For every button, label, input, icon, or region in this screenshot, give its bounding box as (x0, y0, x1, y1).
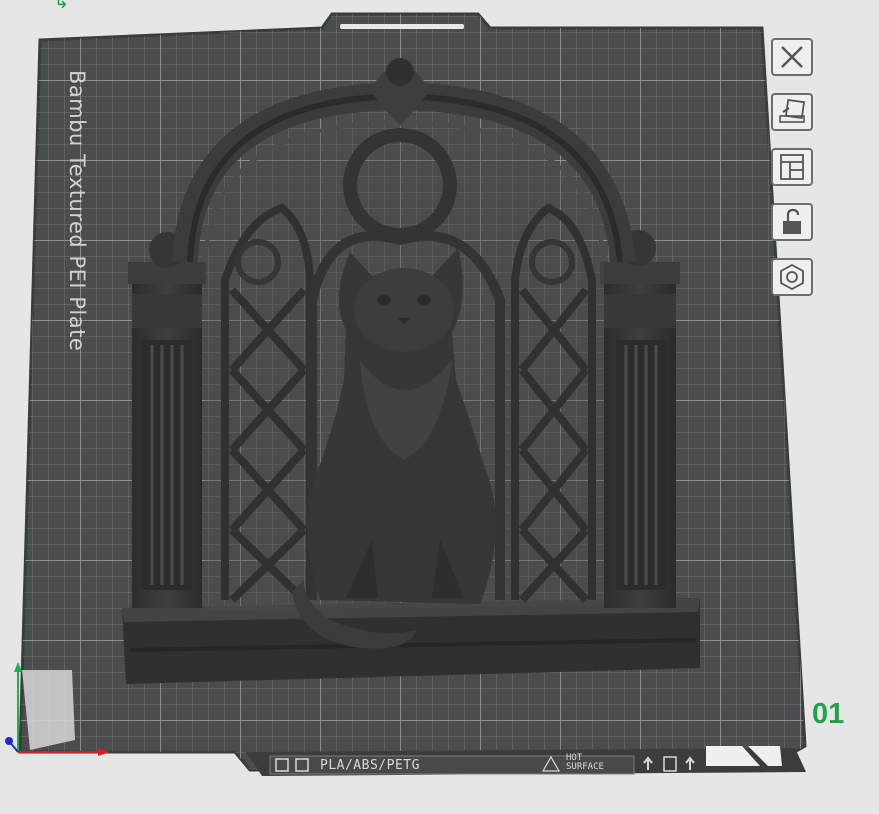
plate-handle (340, 24, 464, 29)
close-plate-button[interactable] (771, 38, 813, 76)
hot-surface-label: HOT SURFACE (566, 754, 604, 772)
arrange-button[interactable] (771, 148, 813, 186)
auto-orient-button[interactable] (771, 93, 813, 131)
plate-type-label: Bambu Textured PEI Plate (65, 70, 89, 352)
3d-viewport[interactable] (0, 0, 879, 814)
hot-surface-line-2: SURFACE (566, 762, 604, 772)
material-types-label: PLA/ABS/PETG (320, 758, 420, 773)
plate-number[interactable]: 01 (812, 698, 844, 731)
plate-settings-button[interactable] (771, 258, 813, 296)
lock-plate-button[interactable] (771, 203, 813, 241)
close-icon (781, 46, 803, 68)
auto-orient-icon (779, 98, 806, 123)
lock-icon (783, 208, 801, 234)
settings-icon (780, 263, 804, 291)
plate-toolbar (771, 38, 817, 313)
arrange-icon (780, 154, 804, 180)
